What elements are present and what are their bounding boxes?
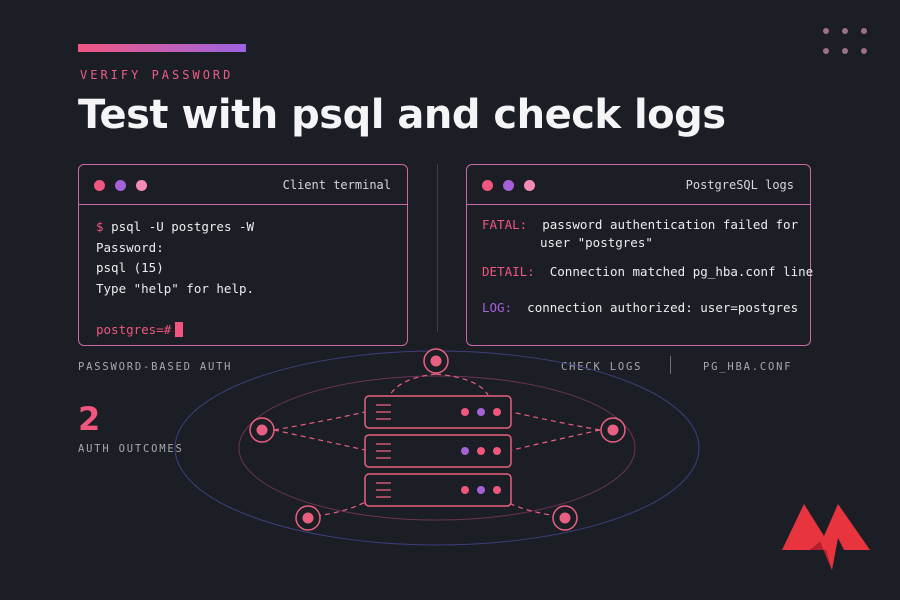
network-diagram <box>174 348 700 546</box>
network-node-icon <box>552 505 578 531</box>
brand-logo <box>782 504 870 570</box>
network-node-icon <box>249 417 275 443</box>
network-node-icon <box>600 417 626 443</box>
network-node-icon <box>295 505 321 531</box>
network-node-icon <box>423 348 449 374</box>
server-rack-icon <box>364 395 512 507</box>
